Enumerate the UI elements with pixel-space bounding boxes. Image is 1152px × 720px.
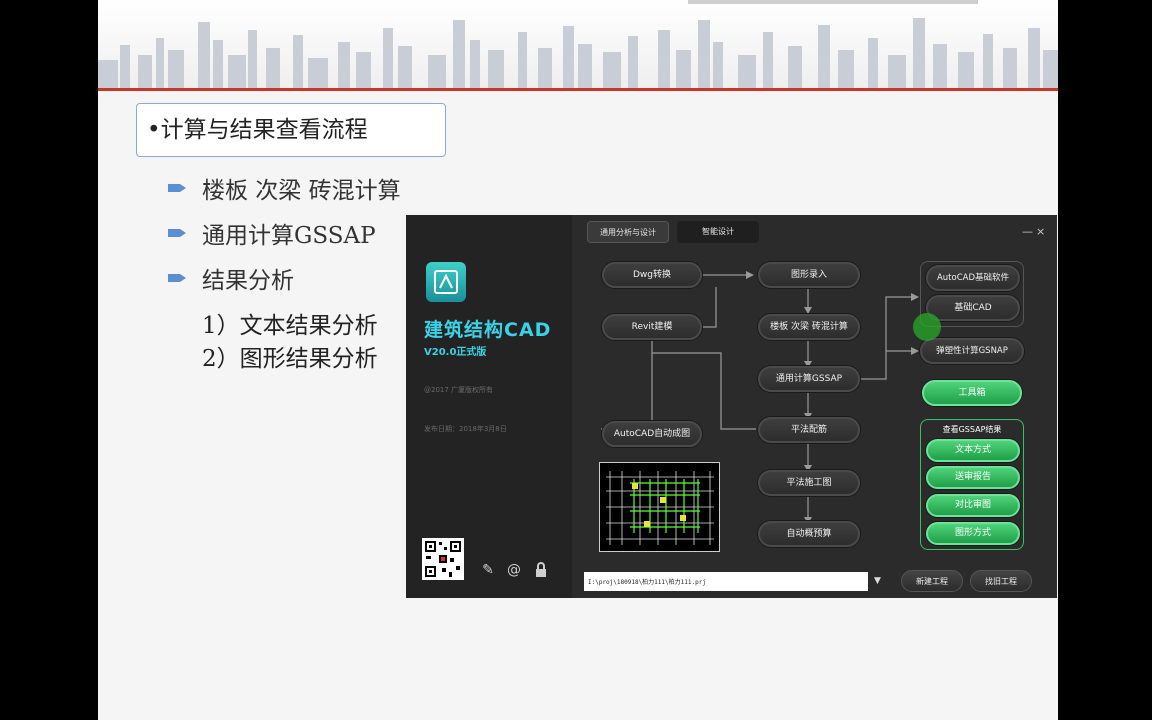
graph-input-button[interactable]: 图形录入 [758, 262, 860, 288]
autocad-draw-button[interactable]: AutoCAD自动成图 [602, 421, 702, 447]
gsnap-calc-button[interactable]: 弹塑性计算GSNAP [920, 338, 1024, 364]
revit-model-button[interactable]: Revit建模 [602, 314, 702, 340]
bullet-arrow-icon [168, 228, 186, 238]
bullet-arrow-icon [168, 183, 186, 193]
autocad-base-button[interactable]: AutoCAD基础软件 [926, 265, 1020, 291]
open-project-button[interactable]: 找旧工程 [970, 570, 1032, 592]
toolbox-button[interactable]: 工具箱 [922, 380, 1022, 406]
bullet-arrow-icon [168, 273, 186, 283]
cad-app-window: 建筑结构CAD V20.0正式版 @2017 广厦版权所有 发布日期：2018年… [406, 215, 1057, 598]
chevron-down-icon[interactable]: ▼ [869, 572, 886, 591]
gssap-results-title: 查看GSSAP结果 [942, 425, 1002, 434]
skyline-banner [98, 0, 1058, 92]
top-bar-shadow [688, 0, 978, 4]
bullet-label: 通用计算GSSAP [202, 223, 376, 249]
project-path-input[interactable] [584, 572, 868, 591]
bullet-item: 通用计算GSSAP [168, 217, 376, 249]
rebar-button[interactable]: 平法配筋 [758, 417, 860, 443]
bullet-label: 结果分析 [202, 268, 294, 294]
new-project-button[interactable]: 新建工程 [901, 570, 963, 592]
cad-preview-image [599, 462, 720, 552]
header-divider [98, 88, 1058, 91]
cursor-highlight [913, 313, 941, 341]
bullet-item: 结果分析 [168, 262, 294, 294]
compare-review-button[interactable]: 对比审图 [926, 494, 1020, 517]
gssap-calc-button[interactable]: 通用计算GSSAP [758, 366, 860, 392]
bullet-item: 楼板 次梁 砖混计算 [168, 172, 401, 204]
dwg-convert-button[interactable]: Dwg转换 [602, 262, 702, 288]
floor-calc-button[interactable]: 楼板 次梁 砖混计算 [758, 314, 860, 340]
construction-drawing-button[interactable]: 平法施工图 [758, 470, 860, 496]
graph-mode-button[interactable]: 图形方式 [926, 522, 1020, 545]
sub-item: 1）文本结果分析 [202, 313, 378, 339]
auto-budget-button[interactable]: 自动概预算 [758, 521, 860, 547]
text-mode-button[interactable]: 文本方式 [926, 439, 1020, 462]
review-report-button[interactable]: 送审报告 [926, 466, 1020, 489]
base-cad-button[interactable]: 基础CAD [926, 295, 1020, 321]
sub-item: 2）图形结果分析 [202, 346, 378, 372]
bullet-label: 楼板 次梁 砖混计算 [202, 178, 401, 204]
slide-title: •计算与结果查看流程 [136, 103, 446, 157]
